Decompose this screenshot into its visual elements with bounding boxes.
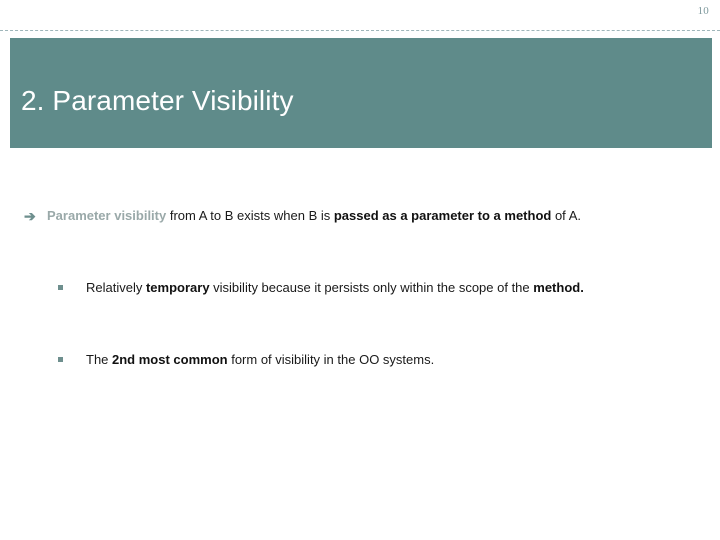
bullet-item-level2: Relatively temporary visibility because … <box>56 276 692 300</box>
bullet-level2-text: The 2nd most common form of visibility i… <box>86 348 692 372</box>
bullet-run-strong-2: method. <box>533 280 584 295</box>
bullet-run-emphasis: Parameter visibility <box>47 208 167 223</box>
square-bullet-icon <box>58 357 63 362</box>
bullet-run-strong: 2nd most common <box>112 352 228 367</box>
bullet-run-strong: temporary <box>145 280 210 295</box>
bullet-run-plain-2: visibility because it persists only with… <box>209 280 534 295</box>
bullet-run-plain: Relatively <box>86 280 146 295</box>
bullet-level2-text: Relatively temporary visibility because … <box>86 276 692 300</box>
slide-body: ➔ Parameter visibility from A to B exist… <box>0 148 720 540</box>
title-banner: 2. Parameter Visibility <box>10 38 712 148</box>
arrow-right-icon: ➔ <box>24 208 36 224</box>
bullet-level1-text: Parameter visibility from A to B exists … <box>47 204 692 227</box>
page-number: 10 <box>697 5 709 17</box>
square-bullet-icon <box>58 285 63 290</box>
page-title: 2. Parameter Visibility <box>21 85 294 116</box>
header-divider <box>0 30 720 31</box>
bullet-run-plain-2: form of visibility in the OO systems. <box>227 352 435 367</box>
bullet-run-plain: The <box>86 352 113 367</box>
slide: 10 2. Parameter Visibility ➔ Parameter v… <box>0 0 720 540</box>
bullet-run-plain: from A to B exists when B is <box>166 208 334 223</box>
bullet-item-level2: The 2nd most common form of visibility i… <box>56 348 692 372</box>
bullet-run-tail: of A. <box>551 208 581 223</box>
bullet-item-level1: ➔ Parameter visibility from A to B exist… <box>24 204 692 227</box>
bullet-run-strong: passed as a parameter to a method <box>333 208 552 223</box>
